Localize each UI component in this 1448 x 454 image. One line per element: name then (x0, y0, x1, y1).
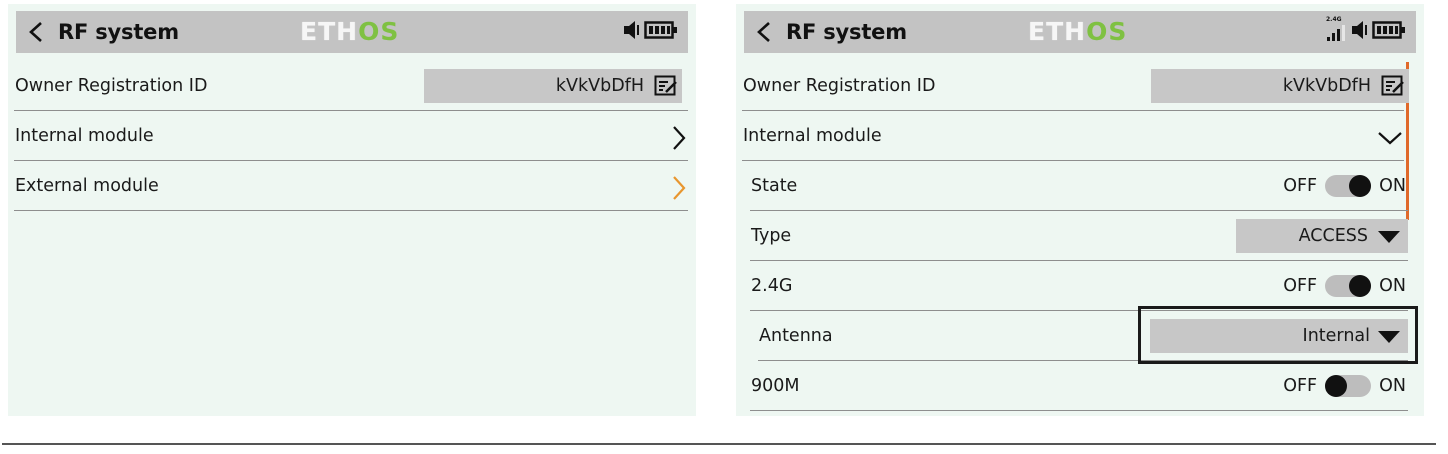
edit-icon[interactable] (1381, 75, 1405, 97)
divider-line (2, 443, 1436, 445)
band-24g-toggle-group: OFF ON (1283, 261, 1406, 311)
internal-module-label: Internal module (15, 126, 154, 146)
header-bar: RF system ETHOS (16, 11, 688, 53)
battery-icon (644, 20, 678, 44)
owner-registration-row: Owner Registration ID kVkVbDfH (14, 61, 688, 111)
owner-registration-label: Owner Registration ID (15, 76, 208, 96)
state-off-label: OFF (1283, 176, 1318, 196)
rf-system-screen-left: RF system ETHOS Owner Registration ID kV… (8, 4, 696, 416)
band-900m-toggle[interactable] (1325, 375, 1372, 397)
signal-bars-icon: 2.4G (1326, 16, 1348, 42)
rf-system-screen-right: RF system ETHOS 2.4G Owner Registration … (736, 4, 1424, 416)
page-title: RF system (58, 20, 179, 44)
speaker-icon (623, 20, 641, 44)
state-toggle[interactable] (1325, 175, 1372, 197)
owner-registration-row: Owner Registration ID kVkVbDfH (742, 61, 1409, 111)
edit-icon[interactable] (654, 75, 678, 97)
ethos-logo: ETHOS (300, 17, 400, 46)
status-icons (623, 20, 678, 44)
owner-registration-field[interactable]: kVkVbDfH (1151, 69, 1409, 103)
status-icons: 2.4G (1326, 16, 1406, 44)
state-toggle-group: OFF ON (1283, 161, 1406, 211)
type-label: Type (751, 226, 792, 246)
state-on-label: ON (1379, 176, 1406, 196)
type-value: ACCESS (1298, 226, 1368, 246)
band-24g-on-label: ON (1379, 276, 1406, 296)
band-900m-on-label: ON (1379, 376, 1406, 396)
band-900m-label: 900M (751, 376, 800, 396)
chevron-right-icon[interactable] (672, 126, 686, 154)
ethos-logo: ETHOS (1028, 17, 1128, 46)
header-bar: RF system ETHOS 2.4G (744, 11, 1416, 53)
type-row: Type ACCESS (750, 211, 1408, 261)
owner-registration-field[interactable]: kVkVbDfH (424, 69, 682, 103)
back-chevron-icon[interactable] (756, 22, 772, 42)
chevron-right-icon[interactable] (672, 176, 686, 204)
toggle-knob (1349, 175, 1372, 197)
band-24g-toggle[interactable] (1325, 275, 1372, 297)
back-chevron-icon[interactable] (28, 22, 44, 42)
band-24g-label: 2.4G (751, 276, 793, 296)
toggle-knob (1325, 375, 1348, 397)
external-module-label: External module (15, 176, 159, 196)
internal-module-row[interactable]: Internal module (14, 111, 688, 161)
band-24g-row: 2.4G OFF ON (750, 261, 1408, 311)
owner-registration-value: kVkVbDfH (1282, 76, 1371, 96)
state-label: State (751, 176, 798, 196)
antenna-highlight-box (1138, 306, 1418, 364)
owner-registration-value: kVkVbDfH (555, 76, 644, 96)
dropdown-triangle-icon[interactable] (1378, 231, 1400, 243)
internal-module-row[interactable]: Internal module (742, 111, 1404, 161)
band-24g-off-label: OFF (1283, 276, 1318, 296)
band-900m-off-label: OFF (1283, 376, 1318, 396)
external-module-row[interactable]: External module (14, 161, 688, 211)
state-row: State OFF ON (750, 161, 1408, 211)
page-title: RF system (786, 20, 907, 44)
band-900m-row: 900M OFF ON (750, 361, 1408, 411)
battery-icon (1372, 20, 1406, 44)
owner-registration-label: Owner Registration ID (743, 76, 936, 96)
band-900m-toggle-group: OFF ON (1283, 361, 1406, 411)
type-dropdown[interactable]: ACCESS (1236, 219, 1408, 253)
antenna-label: Antenna (759, 326, 833, 346)
internal-module-label: Internal module (743, 126, 882, 146)
chevron-down-icon[interactable] (1378, 130, 1402, 149)
speaker-icon (1351, 20, 1369, 44)
toggle-knob (1349, 275, 1372, 297)
